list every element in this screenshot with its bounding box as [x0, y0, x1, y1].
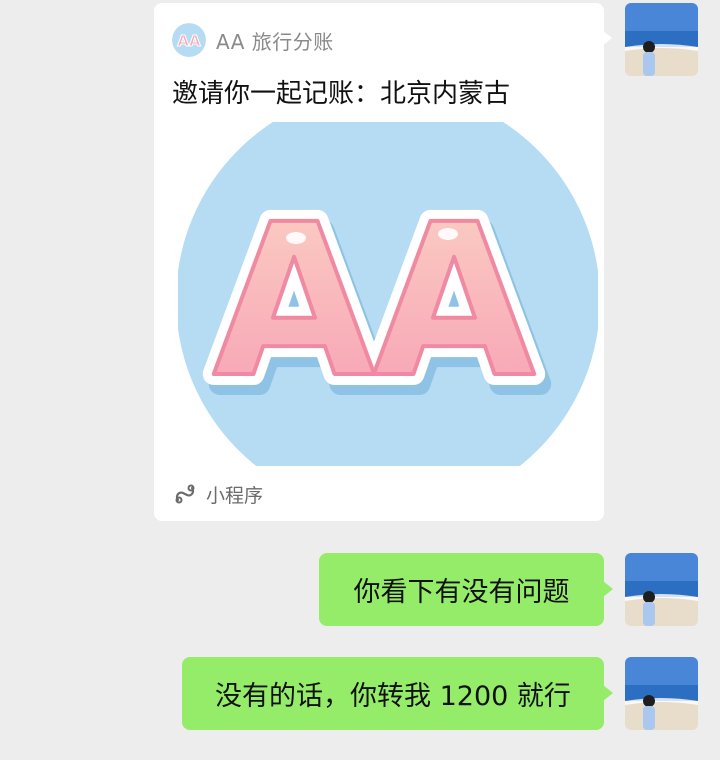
message-text: 你看下有没有问题 [353, 577, 570, 608]
card-header: AA AA 旅行分账 [172, 23, 334, 57]
bubble-tail [603, 685, 613, 701]
message-text: 没有的话，你转我 1200 就行 [215, 681, 571, 712]
user-avatar[interactable] [625, 657, 698, 730]
app-name: AA 旅行分账 [216, 29, 334, 54]
bubble-tail [603, 581, 613, 597]
svg-text:A: A [213, 179, 376, 424]
card-title: 邀请你一起记账：北京内蒙古 [172, 79, 511, 109]
mini-program-card[interactable]: AA AA 旅行分账 邀请你一起记账：北京内蒙古 A A A A A A 小程序 [154, 3, 604, 521]
user-avatar[interactable] [625, 553, 698, 626]
card-footer: 小程序 [174, 479, 263, 509]
svg-text:A: A [373, 179, 536, 424]
message-bubble[interactable]: 没有的话，你转我 1200 就行 [182, 657, 604, 730]
aa-logo-icon: AA [172, 23, 206, 57]
mini-program-label: 小程序 [206, 484, 264, 507]
mini-program-icon [174, 483, 196, 505]
user-avatar[interactable] [625, 3, 698, 76]
svg-text:AA: AA [177, 32, 201, 50]
message-bubble[interactable]: 你看下有没有问题 [319, 553, 604, 626]
card-tail [602, 30, 612, 46]
aa-logo-image: A A A A A A [178, 122, 598, 466]
